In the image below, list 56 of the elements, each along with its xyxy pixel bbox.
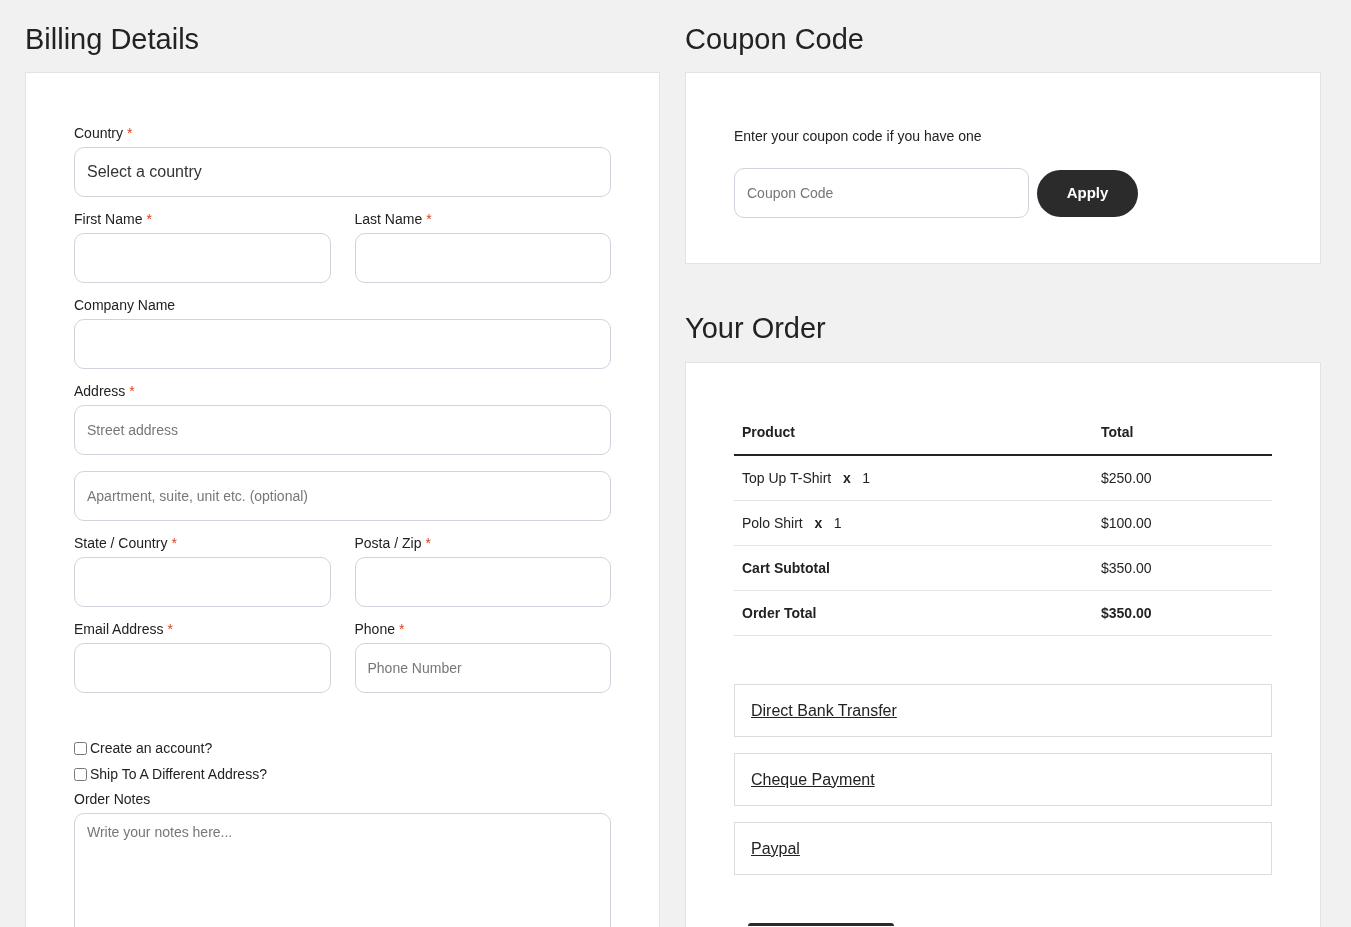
column-header: Product [741, 422, 796, 442]
field-label: First Name [74, 211, 143, 227]
required-mark: * [146, 211, 152, 227]
field-label: Address [74, 383, 126, 399]
table-cell-text: Cart Subtotal [741, 558, 831, 578]
coupon-input[interactable]: Coupon Code [734, 168, 1029, 218]
section-heading: Coupon Code [685, 22, 865, 57]
payment-option[interactable]: Cheque Payment [734, 753, 1272, 806]
place-order-button[interactable] [748, 923, 894, 926]
input-field[interactable] [74, 319, 611, 369]
input-field[interactable]: Phone Number [354, 643, 611, 693]
section-heading: Your Order [685, 311, 827, 346]
coupon-hint: Enter your coupon code if you have one [734, 127, 983, 146]
table-cell-text: Order Total [741, 603, 818, 623]
input-field[interactable]: Street address [74, 405, 611, 455]
required-mark: * [171, 535, 177, 551]
input-field[interactable] [74, 557, 331, 607]
field-label: Country [74, 125, 124, 141]
field-label: Last Name [354, 211, 423, 227]
payment-link[interactable]: Paypal [751, 836, 800, 861]
checkbox-label: Ship To A Different Address? [90, 765, 267, 783]
checkbox-label: Create an account? [90, 739, 213, 757]
table-cell-text: Polo Shirt x 1 [741, 513, 843, 533]
required-mark: * [425, 535, 431, 551]
required-mark: * [127, 125, 133, 141]
input-field[interactable] [74, 233, 331, 283]
checkbox[interactable] [74, 767, 87, 781]
checkbox[interactable] [74, 741, 87, 755]
field-label: State / Country [74, 535, 168, 551]
apply-button[interactable]: Apply [1037, 169, 1138, 217]
table-cell-text: $350.00 [1100, 603, 1153, 623]
field-label: Phone [354, 621, 395, 637]
required-mark: * [167, 621, 173, 637]
required-mark: * [129, 383, 135, 399]
field-label: Company Name [74, 297, 176, 313]
table-cell-text: $350.00 [1100, 558, 1153, 578]
column-header: Total [1100, 422, 1135, 442]
field-label: Email Address [74, 621, 164, 637]
payment-link[interactable]: Cheque Payment [751, 767, 875, 792]
required-mark: * [426, 211, 432, 227]
country-select[interactable]: Select a country [74, 147, 611, 197]
input-field[interactable] [74, 643, 331, 693]
payment-link[interactable]: Direct Bank Transfer [751, 698, 897, 723]
table-cell-text: $100.00 [1100, 513, 1153, 533]
section-heading: Billing Details [25, 22, 201, 57]
input-field[interactable]: Apartment, suite, unit etc. (optional) [74, 471, 611, 521]
input-field[interactable] [354, 557, 611, 607]
required-mark: * [399, 621, 405, 637]
input-field[interactable] [354, 233, 611, 283]
table-cell-text: Top Up T-Shirt x 1 [741, 468, 872, 488]
field-label: Order Notes [74, 791, 152, 807]
field-label: Posta / Zip [354, 535, 422, 551]
table-cell-text: $250.00 [1100, 468, 1153, 488]
payment-option[interactable]: Paypal [734, 822, 1272, 875]
notes-textarea[interactable]: Write your notes here... [74, 813, 611, 927]
payment-option[interactable]: Direct Bank Transfer [734, 684, 1272, 737]
